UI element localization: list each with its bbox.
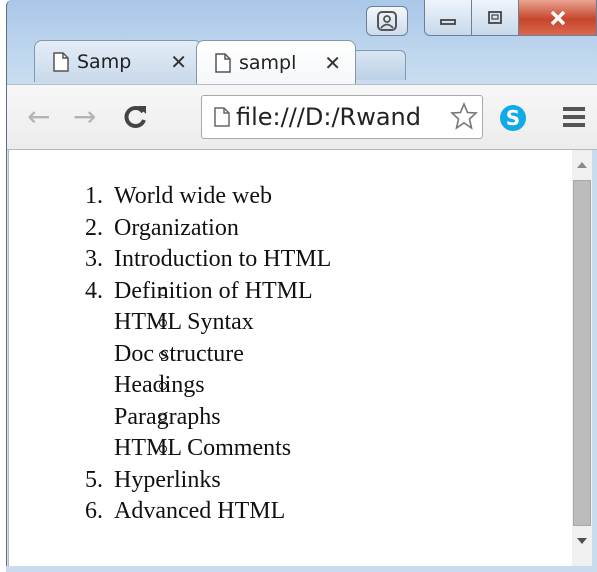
scroll-down-arrow-icon[interactable] xyxy=(577,538,587,544)
tab-samp[interactable]: Samp ✕ xyxy=(34,40,202,82)
reload-icon[interactable] xyxy=(121,103,149,136)
nested-list-text: HTML Comments xyxy=(114,435,292,461)
page-viewport: 1. World wide web 2. Organization 3. Int… xyxy=(8,150,572,566)
file-icon xyxy=(214,107,230,127)
list-number: 4. xyxy=(85,277,103,304)
list-text: Introduction to HTML xyxy=(114,246,332,272)
scrollbar-thumb[interactable] xyxy=(573,180,591,526)
nested-list-text: HTML Syntax xyxy=(114,309,254,335)
close-icon xyxy=(550,10,565,25)
nested-list-text: Headings xyxy=(114,372,205,398)
address-bar[interactable]: file:///D:/Rwand xyxy=(201,95,483,139)
list-number: 3. xyxy=(85,246,103,272)
list-number: 5. xyxy=(85,466,103,493)
list-text: Hyperlinks xyxy=(114,466,221,493)
forward-arrow-icon[interactable]: → xyxy=(73,103,96,131)
tab-close-icon[interactable]: ✕ xyxy=(324,51,341,75)
maximize-icon xyxy=(488,10,502,24)
user-profile-button[interactable] xyxy=(366,6,408,36)
tab-label: Samp xyxy=(77,50,132,73)
list-number: 1. xyxy=(85,183,103,209)
address-text: file:///D:/Rwand xyxy=(236,103,422,131)
scroll-up-arrow-icon[interactable] xyxy=(577,162,587,168)
hamburger-menu-icon[interactable] xyxy=(563,107,585,131)
maximize-button[interactable] xyxy=(471,0,519,36)
nested-list-text: Doc structure xyxy=(114,340,244,367)
list-text: Advanced HTML xyxy=(114,498,286,524)
user-icon xyxy=(377,11,397,31)
star-icon[interactable] xyxy=(448,101,478,134)
new-tab-button[interactable] xyxy=(352,50,406,80)
list-number: 2. xyxy=(85,214,103,241)
close-window-button[interactable] xyxy=(518,0,597,36)
window-frame-right xyxy=(592,150,597,566)
nested-list-text: Definition of HTML xyxy=(114,277,313,304)
list-text: Organization xyxy=(114,214,239,241)
minimize-button[interactable] xyxy=(424,0,472,36)
nested-list-text: Paragraphs xyxy=(114,403,221,430)
tab-label: sampl xyxy=(239,51,297,74)
back-arrow-icon[interactable]: ← xyxy=(27,103,50,131)
window-frame-bottom xyxy=(6,566,597,572)
tab-sampl[interactable]: sampl ✕ xyxy=(196,40,356,84)
vertical-scrollbar[interactable] xyxy=(572,150,592,566)
minimize-icon xyxy=(440,18,456,25)
list-number: 6. xyxy=(85,498,103,524)
list-text: World wide web xyxy=(114,183,273,209)
skype-icon[interactable]: S xyxy=(500,105,526,131)
document-icon xyxy=(53,51,69,72)
browser-toolbar: ← → file:///D:/Rwand S xyxy=(7,84,597,150)
tab-close-icon[interactable]: ✕ xyxy=(170,50,187,74)
document-icon xyxy=(215,52,231,73)
